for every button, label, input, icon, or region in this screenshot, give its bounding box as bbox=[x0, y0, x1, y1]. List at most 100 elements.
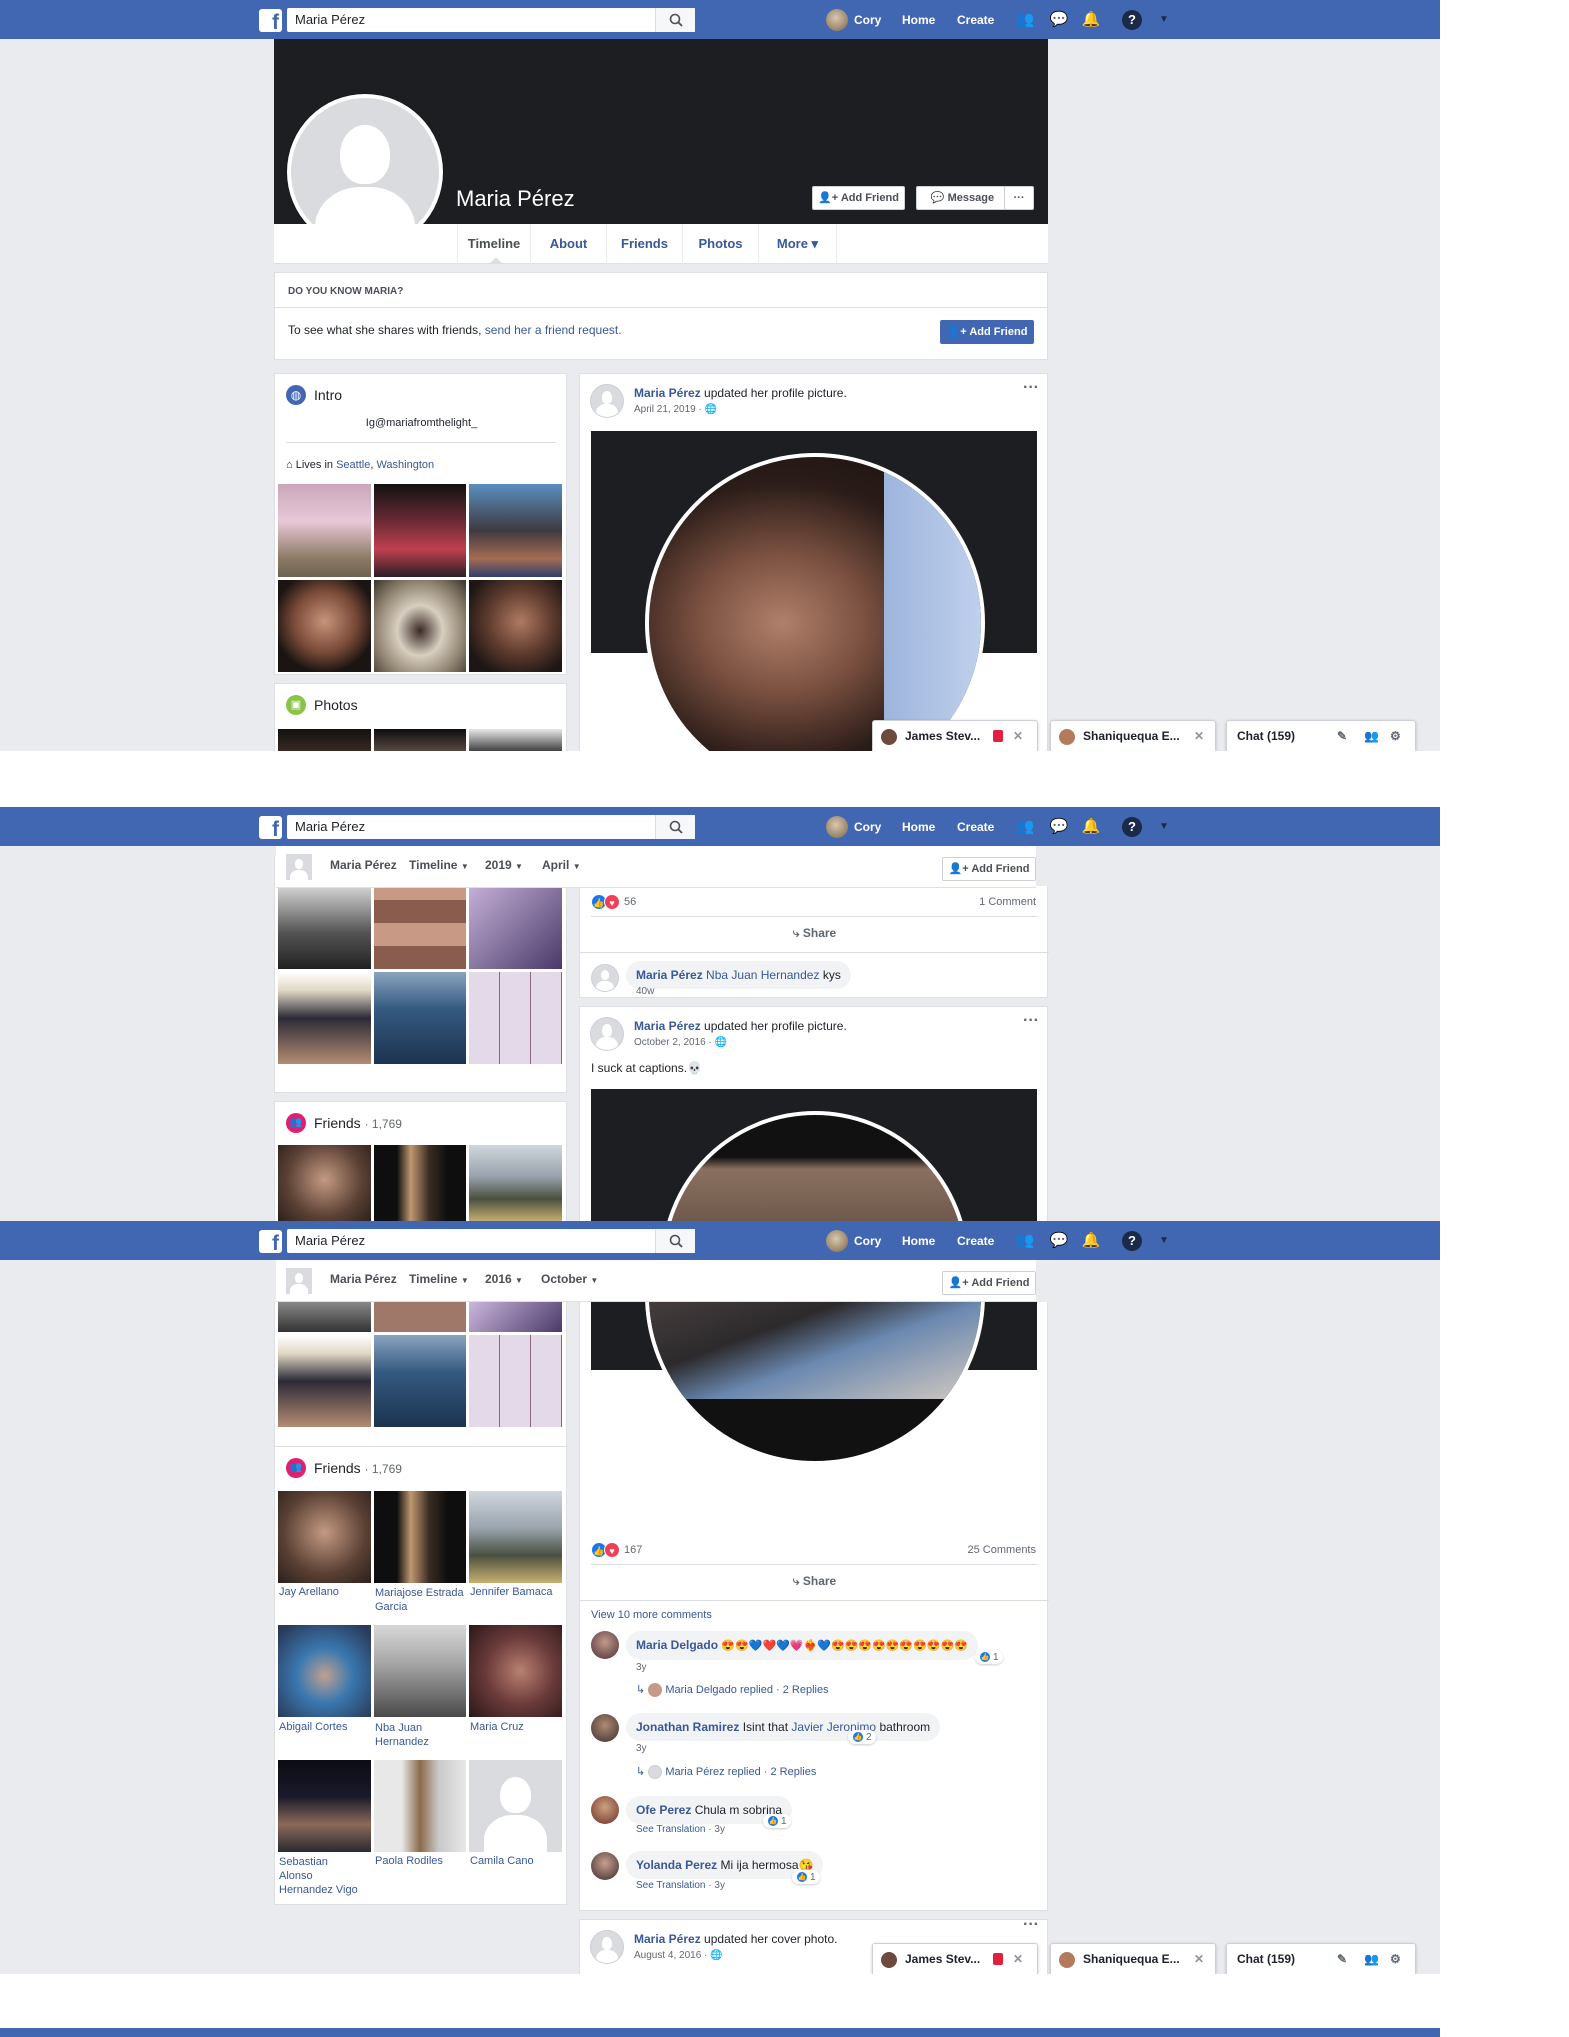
chat-tab-james[interactable]: James Stev... ✕ bbox=[872, 720, 1038, 751]
comment-time[interactable]: 3y bbox=[636, 1743, 647, 1754]
intro-photo-5[interactable] bbox=[374, 580, 466, 672]
friend-name-link[interactable]: Nba Juan Hernandez bbox=[375, 1721, 445, 1749]
friend-photo-jennifer[interactable] bbox=[469, 1491, 562, 1583]
post-author-avatar[interactable] bbox=[590, 384, 624, 418]
post-options-button[interactable]: ··· bbox=[1023, 379, 1039, 397]
notifications-bell-icon[interactable]: 🔔 bbox=[1081, 1231, 1101, 1251]
state-link[interactable]: Washington bbox=[376, 459, 434, 471]
friend-photo-sebastian[interactable] bbox=[278, 1760, 371, 1852]
crumb-year-dropdown[interactable]: 2019 ▼ bbox=[485, 858, 523, 872]
photos-thumb-2[interactable] bbox=[374, 729, 466, 751]
intro-photo-4[interactable] bbox=[278, 580, 371, 672]
account-menu-chevron-icon[interactable]: ▼ bbox=[1154, 1231, 1174, 1251]
comment-time[interactable]: 3y bbox=[636, 1662, 647, 1673]
see-translation-link[interactable]: See Translation bbox=[636, 1880, 706, 1891]
comment-like-badge[interactable]: 👍 1 bbox=[763, 1814, 791, 1828]
tab-timeline[interactable]: Timeline bbox=[457, 224, 531, 264]
commenter-avatar[interactable] bbox=[591, 1631, 619, 1659]
facebook-logo-icon[interactable]: f bbox=[259, 9, 282, 32]
crumb-timeline-dropdown[interactable]: Timeline ▼ bbox=[409, 858, 469, 872]
crumb-name[interactable]: Maria Pérez bbox=[330, 858, 397, 872]
close-icon[interactable]: ✕ bbox=[1013, 721, 1023, 751]
gear-icon[interactable]: ⚙ bbox=[1390, 1944, 1401, 1974]
post-author-link[interactable]: Maria Pérez bbox=[634, 386, 701, 400]
friend-name-link[interactable]: Jennifer Bamaca bbox=[470, 1586, 562, 1598]
commenter-avatar[interactable] bbox=[591, 1852, 619, 1880]
send-friend-request-link[interactable]: send her a friend request. bbox=[485, 323, 622, 337]
post-image[interactable] bbox=[591, 1302, 1037, 1547]
post-author-link[interactable]: Maria Pérez bbox=[634, 1019, 701, 1033]
crumb-timeline-dropdown[interactable]: Timeline ▼ bbox=[409, 1272, 469, 1286]
comment-time[interactable]: · 3y bbox=[708, 1824, 725, 1835]
sticky-add-friend-button[interactable]: 👤+ Add Friend bbox=[942, 1271, 1036, 1295]
photos-thumb-collage[interactable] bbox=[374, 1302, 466, 1332]
comment-author-link[interactable]: Yolanda Perez bbox=[636, 1858, 717, 1872]
friend-thumb-2[interactable] bbox=[374, 1145, 466, 1221]
tab-about[interactable]: About bbox=[531, 224, 607, 264]
help-icon[interactable]: ? bbox=[1122, 817, 1142, 837]
compose-icon[interactable]: ✎ bbox=[1337, 721, 1347, 751]
friend-name-link[interactable]: Maria Cruz bbox=[470, 1721, 562, 1733]
post-author-avatar[interactable] bbox=[590, 1930, 624, 1964]
photos-thumb-collage[interactable] bbox=[374, 877, 466, 969]
friend-requests-icon[interactable]: 👥 bbox=[1015, 10, 1035, 30]
search-button[interactable] bbox=[655, 815, 695, 839]
comment-author-link[interactable]: Maria Pérez bbox=[636, 968, 703, 982]
comment-count[interactable]: 25 Comments bbox=[968, 1544, 1036, 1556]
share-button[interactable]: ⤷ Share bbox=[580, 1574, 1049, 1589]
help-icon[interactable]: ? bbox=[1122, 10, 1142, 30]
close-icon[interactable]: ✕ bbox=[1194, 1944, 1204, 1974]
friends-title[interactable]: Friends bbox=[314, 1115, 361, 1131]
nav-home-link[interactable]: Home bbox=[902, 8, 935, 32]
comment-author-link[interactable]: Maria Delgado bbox=[636, 1638, 718, 1652]
message-button[interactable]: 💬 Message bbox=[916, 186, 1009, 210]
friend-photo-maria-cruz[interactable] bbox=[469, 1625, 562, 1717]
chat-sidebar-tab[interactable]: Chat (159) ✎ 👥 ⚙ bbox=[1226, 720, 1416, 751]
friend-thumb-1[interactable] bbox=[278, 1145, 371, 1221]
friend-thumb-3[interactable] bbox=[469, 1145, 562, 1221]
nav-profile-link[interactable]: Cory bbox=[826, 1229, 881, 1253]
close-icon[interactable]: ✕ bbox=[1013, 1944, 1023, 1974]
crumb-name[interactable]: Maria Pérez bbox=[330, 1272, 397, 1286]
comment-time[interactable]: 40w bbox=[636, 986, 654, 997]
search-button[interactable] bbox=[655, 1229, 695, 1253]
intro-photo-3[interactable] bbox=[469, 484, 562, 577]
nav-create-link[interactable]: Create bbox=[957, 815, 994, 839]
tab-more[interactable]: More ▾ bbox=[759, 224, 837, 264]
friend-requests-icon[interactable]: 👥 bbox=[1015, 1231, 1035, 1251]
friend-requests-icon[interactable]: 👥 bbox=[1015, 817, 1035, 837]
intro-photo-1[interactable] bbox=[278, 484, 371, 577]
comment-time[interactable]: · 3y bbox=[708, 1880, 725, 1891]
tagged-user-link[interactable]: Nba Juan Hernandez bbox=[706, 968, 819, 982]
prompt-add-friend-button[interactable]: 👤+ Add Friend bbox=[940, 320, 1034, 344]
account-menu-chevron-icon[interactable]: ▼ bbox=[1154, 10, 1174, 30]
nav-home-link[interactable]: Home bbox=[902, 1229, 935, 1253]
nav-home-link[interactable]: Home bbox=[902, 815, 935, 839]
facebook-logo-icon[interactable]: f bbox=[259, 1230, 282, 1253]
sticky-add-friend-button[interactable]: 👤+ Add Friend bbox=[942, 857, 1036, 881]
friend-photo-jay[interactable] bbox=[278, 1491, 371, 1583]
friend-photo-paola[interactable] bbox=[374, 1760, 466, 1852]
messenger-icon[interactable]: 💬 bbox=[1049, 817, 1069, 837]
search-input[interactable]: Maria Pérez bbox=[287, 1229, 695, 1253]
reaction-summary[interactable]: 👍 ♥ 167 bbox=[591, 1542, 642, 1558]
view-more-comments-link[interactable]: View 10 more comments bbox=[591, 1609, 712, 1621]
comment-count[interactable]: 1 Comment bbox=[979, 896, 1036, 908]
friend-name-link[interactable]: Camila Cano bbox=[470, 1855, 562, 1867]
friend-photo-abigail[interactable] bbox=[278, 1625, 371, 1717]
nav-create-link[interactable]: Create bbox=[957, 1229, 994, 1253]
chat-tab-shaniquequa[interactable]: Shaniquequa E... ✕ bbox=[1050, 1943, 1216, 1974]
post-options-button[interactable]: ··· bbox=[1023, 1916, 1039, 1934]
search-button[interactable] bbox=[655, 8, 695, 32]
comment-author-link[interactable]: Jonathan Ramirez bbox=[636, 1720, 739, 1734]
photos-thumb-bw[interactable] bbox=[278, 877, 371, 969]
friend-name-link[interactable]: Mariajose Estrada Garcia bbox=[375, 1586, 465, 1614]
friend-name-link[interactable]: Paola Rodiles bbox=[375, 1855, 465, 1867]
crumb-year-dropdown[interactable]: 2016 ▼ bbox=[485, 1272, 523, 1286]
comment-like-badge[interactable]: 👍 2 bbox=[848, 1730, 876, 1744]
search-input[interactable]: Maria Pérez bbox=[287, 8, 695, 32]
chat-sidebar-tab[interactable]: Chat (159) ✎ 👥 ⚙ bbox=[1226, 1943, 1416, 1974]
reply-thread-link[interactable]: ↳ Maria Delgado replied · 2 Replies bbox=[636, 1683, 829, 1698]
facebook-logo-icon[interactable]: f bbox=[259, 816, 282, 839]
comment-like-badge[interactable]: 👍 1 bbox=[975, 1650, 1003, 1664]
